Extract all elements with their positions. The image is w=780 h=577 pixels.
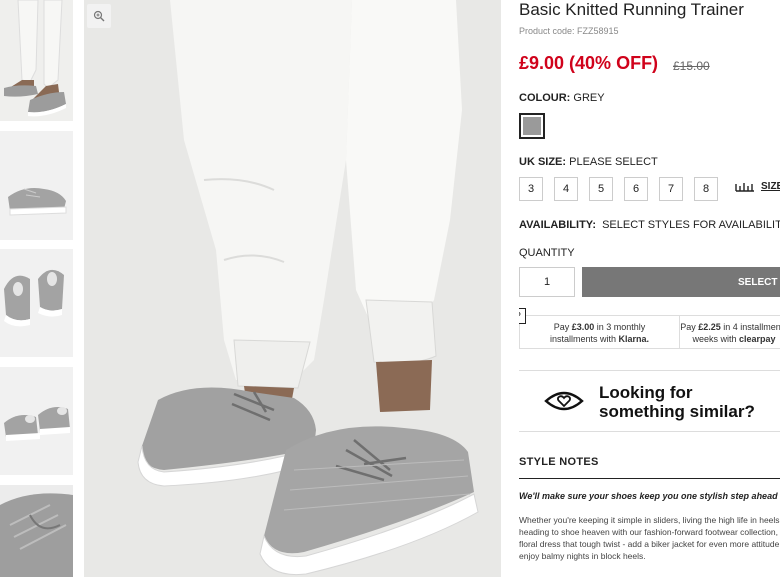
- size-guide-link[interactable]: SIZE: [735, 181, 780, 192]
- quantity-input[interactable]: 1: [519, 267, 575, 297]
- clearpay-option[interactable]: Pay £2.25 in 4 installments weeks with c…: [679, 315, 780, 349]
- size-option[interactable]: 6: [624, 177, 648, 201]
- thumbnail-2[interactable]: [0, 131, 73, 240]
- find-similar-line-1: Looking for: [599, 383, 693, 402]
- main-product-image[interactable]: [84, 0, 501, 577]
- klarna-amount: £3.00: [571, 322, 595, 332]
- size-guide-label: SIZE: [761, 181, 780, 192]
- size-value: PLEASE SELECT: [569, 156, 658, 168]
- thumbnail-3[interactable]: [0, 249, 73, 357]
- style-notes-line: Whether you're keeping it simple in slid…: [519, 515, 780, 525]
- klarna-line-1: Pay £3.00 in 3 monthly: [520, 321, 679, 333]
- style-notes-line: floral dress that tough twist - add a bi…: [519, 539, 780, 549]
- size-option[interactable]: 7: [659, 177, 683, 201]
- product-code: Product code: FZZ58915: [519, 26, 619, 36]
- klarna-text: Pay: [553, 322, 572, 332]
- style-notes-heading: STYLE NOTES: [519, 456, 780, 479]
- find-similar-text: Looking for something similar?: [599, 383, 755, 421]
- klarna-text: in 3 monthly: [594, 322, 646, 332]
- clearpay-line-1: Pay £2.25 in 4 installments: [680, 321, 780, 333]
- size-option[interactable]: 5: [589, 177, 613, 201]
- colour-label-key: COLOUR:: [519, 92, 571, 104]
- thumbnail-strip: [0, 0, 74, 577]
- ruler-icon: [735, 182, 754, 192]
- original-price: £15.00: [673, 59, 710, 73]
- style-notes-body: Whether you're keeping it simple in slid…: [519, 514, 780, 562]
- availability-value: SELECT STYLES FOR AVAILABILITY: [602, 219, 780, 231]
- clearpay-line-2: weeks with clearpay: [680, 333, 780, 345]
- size-options: 3 4 5 6 7 8: [519, 177, 718, 201]
- find-similar-line-2: something similar?: [599, 402, 755, 421]
- payment-help-button[interactable]: ?: [519, 308, 526, 324]
- klarna-line-2: installments with Klarna.: [520, 333, 679, 345]
- colour-swatch-grey[interactable]: [519, 113, 545, 139]
- clearpay-text: weeks with: [692, 334, 739, 344]
- clearpay-logo: clearpay: [739, 334, 776, 344]
- sale-price: £9.00 (40% OFF): [519, 53, 659, 73]
- availability-label: AVAILABILITY:: [519, 219, 596, 231]
- thumbnail-5[interactable]: [0, 485, 73, 577]
- thumbnail-1[interactable]: [0, 0, 73, 121]
- size-label: UK SIZE: PLEASE SELECT: [519, 156, 658, 168]
- klarna-option[interactable]: Pay £3.00 in 3 monthly installments with…: [519, 315, 680, 349]
- select-size-button[interactable]: SELECT SIZE: [582, 267, 780, 297]
- size-option[interactable]: 3: [519, 177, 543, 201]
- size-option[interactable]: 8: [694, 177, 718, 201]
- product-title: Basic Knitted Running Trainer: [519, 0, 744, 19]
- quantity-label: QUANTITY: [519, 247, 575, 259]
- availability: AVAILABILITY: SELECT STYLES FOR AVAILABI…: [519, 219, 780, 231]
- klarna-text: installments with: [549, 334, 619, 344]
- eye-heart-icon: [544, 391, 584, 411]
- clearpay-amount: £2.25: [698, 322, 721, 332]
- zoom-button[interactable]: [87, 4, 111, 28]
- thumbnail-4[interactable]: [0, 367, 73, 475]
- style-notes-line: heading to shoe heaven with our fashion-…: [519, 527, 780, 537]
- size-option[interactable]: 4: [554, 177, 578, 201]
- clearpay-text: in 4 installments: [723, 322, 780, 332]
- colour-value: GREY: [573, 92, 605, 104]
- find-similar-banner[interactable]: Looking for something similar?: [519, 370, 780, 432]
- style-notes-lead: We'll make sure your shoes keep you one …: [519, 491, 780, 501]
- zoom-in-icon: [93, 10, 105, 22]
- size-label-key: UK SIZE:: [519, 156, 567, 168]
- style-notes-line: enjoy balmy nights in block heels.: [519, 551, 646, 561]
- clearpay-text: Pay: [680, 322, 699, 332]
- swatch-fill: [523, 117, 541, 135]
- colour-label: COLOUR: GREY: [519, 92, 605, 104]
- product-details: Basic Knitted Running Trainer Product co…: [519, 0, 780, 577]
- klarna-logo: Klarna.: [618, 334, 650, 344]
